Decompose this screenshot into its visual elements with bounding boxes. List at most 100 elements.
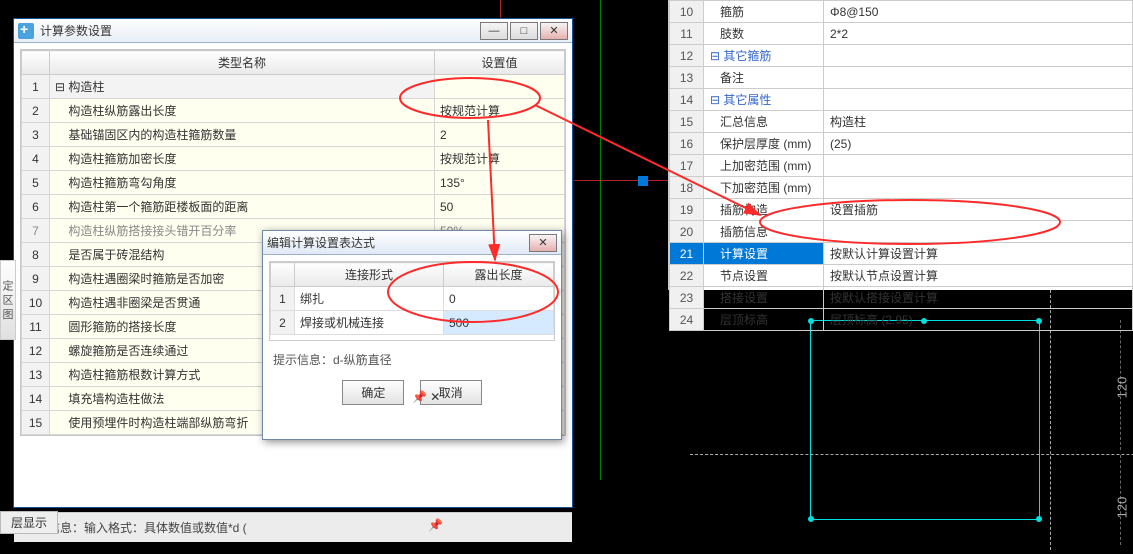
col-conn-type: 连接形式 <box>295 263 444 287</box>
property-name: 下加密范围 (mm) <box>704 177 824 199</box>
dialog-titlebar[interactable]: 编辑计算设置表达式 ✕ <box>263 231 561 255</box>
property-row[interactable]: 21 计算设置按默认计算设置计算 <box>670 243 1133 265</box>
property-row[interactable]: 17 上加密范围 (mm) <box>670 155 1133 177</box>
maximize-button[interactable]: □ <box>510 22 538 40</box>
row-index: 2 <box>271 311 295 335</box>
property-value[interactable]: 设置插筋 <box>824 199 1133 221</box>
row-index: 11 <box>22 315 50 339</box>
row-index: 14 <box>670 89 704 111</box>
close-button[interactable]: ✕ <box>540 22 568 40</box>
dimension-value: 120 <box>1115 497 1130 519</box>
property-row[interactable]: 13 备注 <box>670 67 1133 89</box>
row-index: 10 <box>22 291 50 315</box>
conn-type: 焊接或机械连接 <box>295 311 444 335</box>
param-name: 构造柱箍筋加密长度 <box>50 147 435 171</box>
param-row[interactable]: 2 构造柱纵筋露出长度按规范计算 <box>22 99 565 123</box>
row-index: 24 <box>670 309 704 331</box>
row-index: 6 <box>22 195 50 219</box>
dialog-titlebar[interactable]: 计算参数设置 — □ ✕ <box>14 19 572 43</box>
dock-panel-title[interactable]: 层显示 <box>0 511 58 534</box>
row-index: 19 <box>670 199 704 221</box>
row-index: 21 <box>670 243 704 265</box>
side-tab[interactable]: 定 区 图 <box>0 260 16 340</box>
pin-icon[interactable]: 📌 <box>428 518 443 532</box>
col-expose-len: 露出长度 <box>444 263 554 287</box>
param-row[interactable]: 3 基础锚固区内的构造柱箍筋数量2 <box>22 123 565 147</box>
param-value[interactable]: 50 <box>435 195 565 219</box>
property-row[interactable]: 12⊟ 其它箍筋 <box>670 45 1133 67</box>
dialog-title: 编辑计算设置表达式 <box>267 234 529 251</box>
pin-icon[interactable]: 📌 ✕ <box>412 390 440 404</box>
dialog-hint: 提示信息：d-纵筋直径 <box>263 347 561 372</box>
dialog-title: 计算参数设置 <box>40 22 480 39</box>
row-index: 20 <box>670 221 704 243</box>
property-value[interactable]: 按默认计算设置计算 <box>824 243 1133 265</box>
row-index: 14 <box>22 387 50 411</box>
param-value[interactable]: 135° <box>435 171 565 195</box>
expose-len[interactable]: 500 <box>444 311 554 335</box>
row-index: 12 <box>670 45 704 67</box>
param-value[interactable] <box>435 75 565 99</box>
param-name: 构造柱第一个箍筋距楼板面的距离 <box>50 195 435 219</box>
property-value[interactable] <box>824 177 1133 199</box>
property-row[interactable]: 16 保护层厚度 (mm)(25) <box>670 133 1133 155</box>
property-value[interactable]: 按默认节点设置计算 <box>824 265 1133 287</box>
expr-row[interactable]: 1绑扎0 <box>271 287 554 311</box>
row-index: 5 <box>22 171 50 195</box>
param-row[interactable]: 4 构造柱箍筋加密长度按规范计算 <box>22 147 565 171</box>
param-value[interactable]: 按规范计算 <box>435 99 565 123</box>
row-index: 23 <box>670 287 704 309</box>
close-button[interactable]: ✕ <box>529 234 557 252</box>
axis-line <box>600 0 601 480</box>
app-icon <box>18 23 34 39</box>
row-index: 3 <box>22 123 50 147</box>
param-row[interactable]: 1⊟ 构造柱 <box>22 75 565 99</box>
property-value[interactable]: 按默认搭接设置计算 <box>824 287 1133 309</box>
rebar-dot <box>1036 516 1042 522</box>
property-row[interactable]: 18 下加密范围 (mm) <box>670 177 1133 199</box>
expose-len[interactable]: 0 <box>444 287 554 311</box>
row-index: 7 <box>22 219 50 243</box>
param-value[interactable]: 2 <box>435 123 565 147</box>
rebar-dot <box>808 516 814 522</box>
property-value[interactable]: (25) <box>824 133 1133 155</box>
expression-grid[interactable]: 连接形式 露出长度 1绑扎02焊接或机械连接500 <box>269 261 555 341</box>
property-value[interactable] <box>824 221 1133 243</box>
expr-row[interactable]: 2焊接或机械连接500 <box>271 311 554 335</box>
ok-button[interactable]: 确定 <box>342 380 404 405</box>
property-row[interactable]: 22 节点设置按默认节点设置计算 <box>670 265 1133 287</box>
property-row[interactable]: 15 汇总信息构造柱 <box>670 111 1133 133</box>
row-index: 4 <box>22 147 50 171</box>
property-row[interactable]: 11 肢数2*2 <box>670 23 1133 45</box>
row-index: 15 <box>22 411 50 435</box>
property-name: 计算设置 <box>704 243 824 265</box>
property-row[interactable]: 24 层顶标高层顶标高 (2.95) <box>670 309 1133 331</box>
property-value[interactable] <box>824 67 1133 89</box>
property-value[interactable]: 2*2 <box>824 23 1133 45</box>
property-name: 节点设置 <box>704 265 824 287</box>
param-name: 构造柱箍筋弯勾角度 <box>50 171 435 195</box>
property-value[interactable] <box>824 155 1133 177</box>
param-row[interactable]: 6 构造柱第一个箍筋距楼板面的距离50 <box>22 195 565 219</box>
minimize-button[interactable]: — <box>480 22 508 40</box>
property-row[interactable]: 10 箍筋Φ8@150 <box>670 1 1133 23</box>
row-index: 13 <box>22 363 50 387</box>
param-row[interactable]: 5 构造柱箍筋弯勾角度135° <box>22 171 565 195</box>
property-value[interactable]: Φ8@150 <box>824 1 1133 23</box>
property-value[interactable] <box>824 89 1133 111</box>
row-index: 16 <box>670 133 704 155</box>
property-value[interactable]: 构造柱 <box>824 111 1133 133</box>
property-value[interactable] <box>824 45 1133 67</box>
property-panel[interactable]: 10 箍筋Φ8@15011 肢数2*212⊟ 其它箍筋13 备注14⊟ 其它属性… <box>668 0 1133 290</box>
selection-handle[interactable] <box>638 176 648 186</box>
dialog-hint: 提示信息：输入格式：具体数值或数值*d ( <box>14 512 572 542</box>
property-value[interactable]: 层顶标高 (2.95) <box>824 309 1133 331</box>
property-row[interactable]: 23 搭接设置按默认搭接设置计算 <box>670 287 1133 309</box>
property-row[interactable]: 19 插筋构造设置插筋 <box>670 199 1133 221</box>
property-row[interactable]: 14⊟ 其它属性 <box>670 89 1133 111</box>
property-row[interactable]: 20 插筋信息 <box>670 221 1133 243</box>
param-value[interactable]: 按规范计算 <box>435 147 565 171</box>
row-index: 13 <box>670 67 704 89</box>
property-name: 保护层厚度 (mm) <box>704 133 824 155</box>
row-index: 18 <box>670 177 704 199</box>
